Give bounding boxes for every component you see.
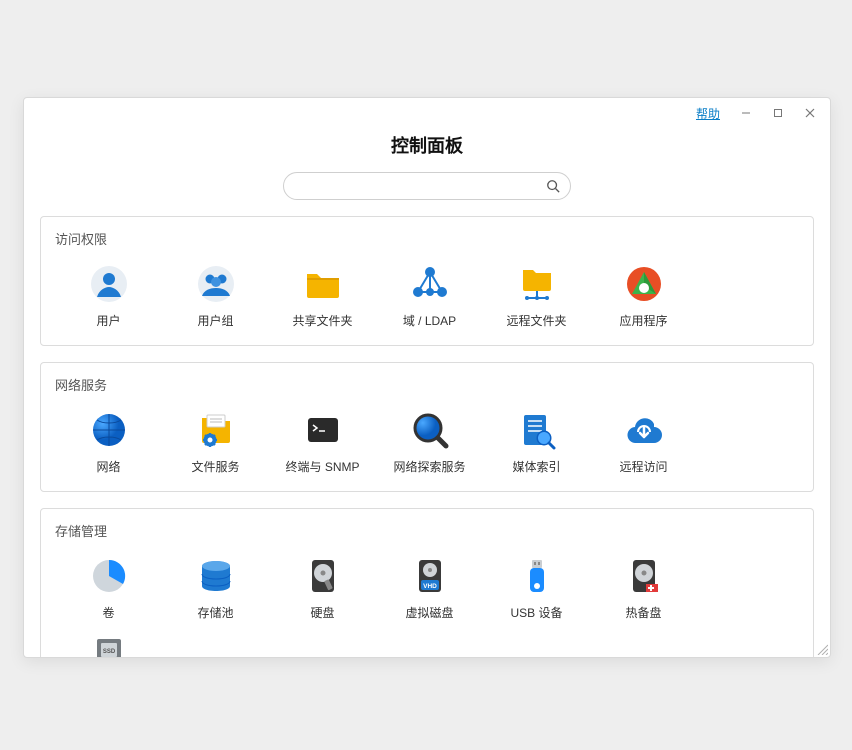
search-input[interactable] (298, 179, 536, 194)
remote-access-icon (624, 410, 664, 450)
search-box[interactable] (283, 172, 571, 200)
item-hypercache[interactable]: SSD Hyper Cache (55, 627, 162, 657)
section-title-storage: 存储管理 (55, 521, 799, 540)
item-apps[interactable]: 应用程序 (590, 258, 697, 335)
hotspare-icon (624, 556, 664, 596)
close-button[interactable] (796, 102, 824, 124)
item-hotspare[interactable]: 热备盘 (590, 550, 697, 627)
terminal-icon (303, 410, 343, 450)
usb-icon (517, 556, 557, 596)
window-header: 控制面板 (24, 128, 830, 172)
grid-storage: 卷 存储池 (55, 550, 799, 657)
item-network[interactable]: 网络 (55, 404, 162, 481)
item-label: 用户组 (197, 312, 233, 329)
item-usergroup[interactable]: 用户组 (162, 258, 269, 335)
item-user[interactable]: 用户 (55, 258, 162, 335)
grid-network: 网络 文件服务 (55, 404, 799, 481)
apps-icon (624, 264, 664, 304)
discovery-icon (410, 410, 450, 450)
item-sharedfolder[interactable]: 共享文件夹 (269, 258, 376, 335)
section-access: 访问权限 用户 (40, 216, 814, 346)
item-label: 共享文件夹 (292, 312, 352, 329)
media-index-icon (517, 410, 557, 450)
item-label: 硬盘 (310, 604, 334, 621)
section-storage: 存储管理 卷 (40, 508, 814, 657)
section-title-access: 访问权限 (55, 229, 799, 248)
grid-access: 用户 用户组 (55, 258, 799, 335)
item-label: 存储池 (197, 604, 233, 621)
search-container (24, 172, 830, 200)
item-label: 热备盘 (625, 604, 661, 621)
file-service-icon (196, 410, 236, 450)
item-usb[interactable]: USB 设备 (483, 550, 590, 627)
maximize-button[interactable] (764, 102, 792, 124)
item-label: 终端与 SNMP (285, 458, 359, 475)
usergroup-icon (196, 264, 236, 304)
search-icon (546, 179, 560, 193)
storage-pool-icon (196, 556, 236, 596)
resize-grip-icon[interactable] (816, 643, 828, 655)
item-fileservice[interactable]: 文件服务 (162, 404, 269, 481)
item-mediaindex[interactable]: 媒体索引 (483, 404, 590, 481)
item-label: 用户 (96, 312, 120, 329)
item-label: 虚拟磁盘 (405, 604, 453, 621)
volume-pie-icon (89, 556, 129, 596)
section-network: 网络服务 网络 (40, 362, 814, 492)
item-pool[interactable]: 存储池 (162, 550, 269, 627)
item-hdd[interactable]: 硬盘 (269, 550, 376, 627)
content-scroll[interactable]: 访问权限 用户 (24, 216, 830, 657)
item-label: USB 设备 (510, 604, 562, 621)
item-remotefolder[interactable]: 远程文件夹 (483, 258, 590, 335)
ssd-icon: SSD (89, 633, 129, 657)
item-terminal-snmp[interactable]: 终端与 SNMP (269, 404, 376, 481)
item-volume[interactable]: 卷 (55, 550, 162, 627)
item-vhd[interactable]: VHD 虚拟磁盘 (376, 550, 483, 627)
minimize-button[interactable] (732, 102, 760, 124)
item-label: 远程访问 (619, 458, 667, 475)
section-title-network: 网络服务 (55, 375, 799, 394)
item-label: 远程文件夹 (506, 312, 566, 329)
user-icon (89, 264, 129, 304)
vhd-icon: VHD (410, 556, 450, 596)
network-globe-icon (89, 410, 129, 450)
item-label: 媒体索引 (512, 458, 560, 475)
hdd-icon (303, 556, 343, 596)
remote-folder-icon (517, 264, 557, 304)
svg-text:VHD: VHD (423, 583, 437, 590)
item-label: 网络 (96, 458, 120, 475)
item-label: 文件服务 (191, 458, 239, 475)
item-label: 网络探索服务 (393, 458, 465, 475)
item-label: 卷 (102, 604, 114, 621)
item-remoteaccess[interactable]: 远程访问 (590, 404, 697, 481)
domain-ldap-icon (410, 264, 450, 304)
page-title: 控制面板 (24, 132, 830, 158)
window-titlebar: 帮助 (24, 98, 830, 128)
item-label: 应用程序 (619, 312, 667, 329)
control-panel-window: 帮助 控制面板 访问权限 (23, 97, 831, 658)
folder-icon (303, 264, 343, 304)
help-link[interactable]: 帮助 (696, 105, 720, 122)
item-domain-ldap[interactable]: 域 / LDAP (376, 258, 483, 335)
item-discovery[interactable]: 网络探索服务 (376, 404, 483, 481)
item-label: 域 / LDAP (403, 312, 456, 329)
svg-text:SSD: SSD (102, 649, 115, 655)
